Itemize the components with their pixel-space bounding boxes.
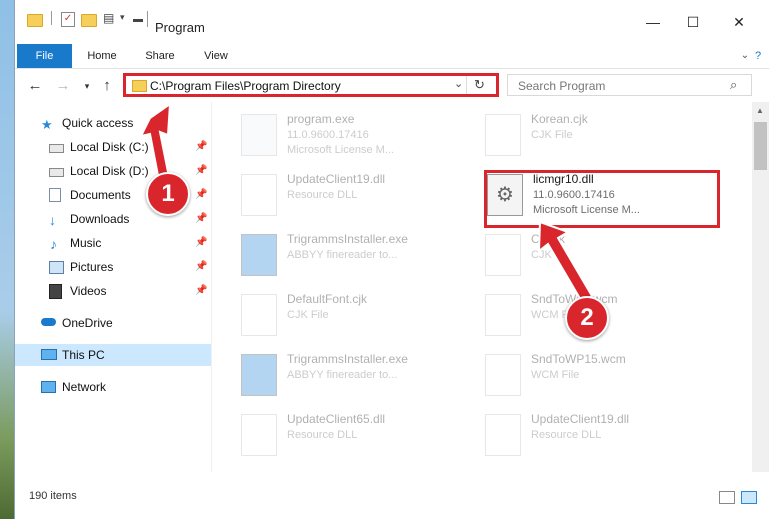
arrow-2-icon: [537, 220, 594, 304]
step-badge-1: 1: [146, 172, 190, 216]
annotation-overlay: [139, 101, 594, 304]
step-badge-2: 2: [565, 296, 609, 340]
